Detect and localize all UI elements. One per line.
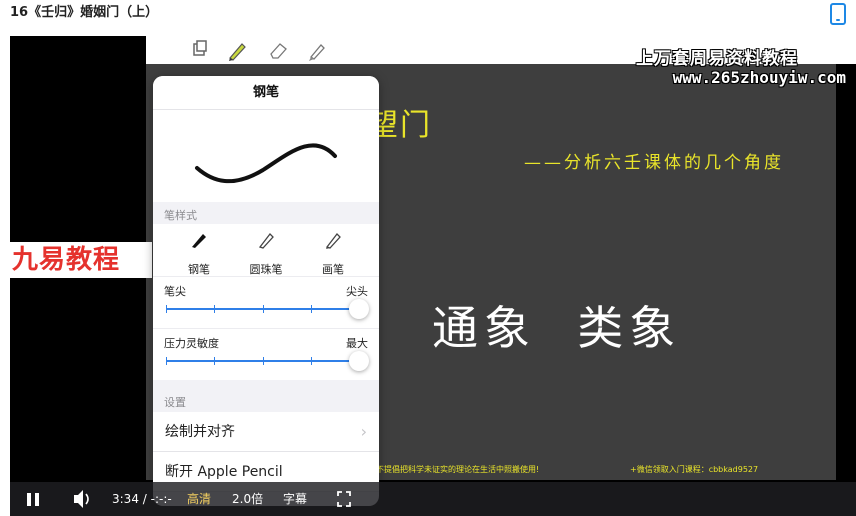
tip-slider-row: 笔尖 尖头	[153, 276, 379, 328]
style-fountain-pen[interactable]: 钢笔	[169, 230, 229, 277]
pause-icon[interactable]	[26, 482, 40, 516]
slider-tick	[214, 357, 216, 365]
style-ballpoint-pen[interactable]: 圆珠笔	[236, 230, 296, 277]
speed-button[interactable]: 2.0倍	[232, 482, 263, 516]
slider-tick	[166, 305, 167, 313]
subtitles-button[interactable]: 字幕	[283, 482, 307, 516]
slide-subtitle: ——分析六壬课体的几个角度	[524, 153, 784, 173]
fountain-pen-icon	[169, 230, 229, 255]
pen-style-options: 钢笔 圆珠笔 画笔	[153, 224, 379, 276]
chevron-right-icon: ›	[360, 422, 367, 441]
pressure-slider[interactable]	[166, 351, 369, 371]
mobile-phone-icon[interactable]	[830, 3, 846, 25]
settings-section-label: 设置	[164, 396, 186, 409]
quality-button[interactable]: 高清	[187, 482, 211, 516]
style-label: 圆珠笔	[249, 263, 283, 276]
video-player[interactable]: 上万套周易资料教程 www.265zhouyiw.com 望门 ——分析六壬课体…	[10, 36, 856, 516]
watermark-line1: 上万套周易资料教程	[636, 49, 798, 69]
menu-label: 绘制并对齐	[165, 424, 235, 440]
page-root: 16《壬归》婚姻门（上） 上万套周易资料教程 www.265zhouyiw.co…	[0, 0, 856, 516]
tip-slider-knob[interactable]	[349, 299, 369, 319]
menu-draw-and-snap[interactable]: 绘制并对齐 ›	[153, 412, 379, 452]
brand-watermark: 九易教程	[10, 242, 152, 278]
pressure-slider-max-label: 最大	[346, 337, 368, 350]
style-label: 钢笔	[188, 263, 210, 276]
slider-tick	[310, 305, 312, 313]
pressure-slider-row: 压力灵敏度 最大	[153, 328, 379, 380]
pen-icon[interactable]	[226, 40, 248, 67]
slider-tick	[262, 357, 264, 365]
slide-main-text: 通象 类象	[432, 301, 682, 355]
menu-label: 断开 Apple Pencil	[165, 464, 283, 480]
tip-slider-max-label: 尖头	[346, 285, 368, 298]
marker-icon[interactable]	[306, 40, 328, 67]
tip-slider-label: 笔尖	[164, 285, 186, 298]
time-display: 3:34 / -:-:-	[112, 492, 172, 506]
watermark-line2: www.265zhouyiw.com	[672, 68, 846, 87]
style-brush[interactable]: 画笔	[303, 230, 363, 277]
layers-icon[interactable]	[192, 40, 208, 63]
slider-tick	[262, 305, 264, 313]
stroke-preview	[153, 110, 379, 202]
style-label: 画笔	[322, 263, 344, 276]
slider-tick	[166, 357, 167, 365]
ballpoint-pen-icon	[236, 230, 296, 255]
tip-slider[interactable]	[166, 299, 369, 319]
player-controls: 3:34 / -:-:- 高清 2.0倍 字幕	[10, 482, 856, 516]
page-title: 16《壬归》婚姻门（上）	[10, 5, 159, 20]
slide-footer-right: +微信领取入门课程：cbbkad9527	[630, 465, 759, 474]
brush-icon	[303, 230, 363, 255]
popover-title: 钢笔	[153, 76, 379, 110]
volume-icon[interactable]	[72, 482, 92, 516]
eraser-icon[interactable]	[268, 40, 290, 65]
slider-tick	[310, 357, 312, 365]
pen-settings-popover: 钢笔 笔样式 钢笔 圆珠笔 画笔 笔尖 尖头 压力灵敏度 最大 设置 绘制并对齐…	[153, 76, 379, 506]
fullscreen-icon[interactable]	[336, 482, 352, 516]
slide-footer-left: 不提倡把科学未证实的理论在生活中照搬使用!	[376, 465, 540, 474]
slider-tick	[214, 305, 216, 313]
pen-style-section-label: 笔样式	[164, 209, 197, 222]
pressure-slider-label: 压力灵敏度	[164, 337, 219, 350]
pressure-slider-knob[interactable]	[349, 351, 369, 371]
